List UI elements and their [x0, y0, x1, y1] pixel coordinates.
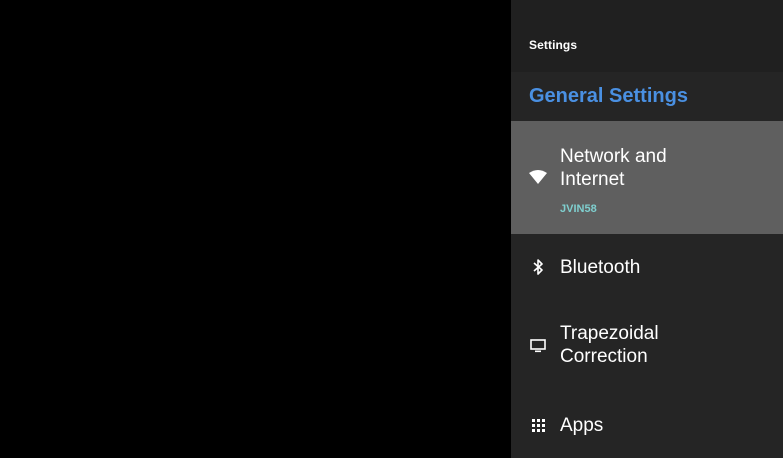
menu-item-apps[interactable]: Apps: [511, 404, 783, 450]
menu-item-label: Bluetooth: [560, 257, 641, 278]
bluetooth-icon: [528, 257, 548, 277]
settings-panel: Settings General Settings Network and In…: [511, 0, 783, 458]
menu-item-network-and-internet[interactable]: Network and Internet JVIN58: [511, 121, 783, 234]
menu-item-label: Network and Internet: [560, 146, 667, 190]
menu-item-bluetooth[interactable]: Bluetooth: [511, 245, 783, 291]
menu-item-trapezoidal-correction[interactable]: Trapezoidal Correction: [511, 313, 783, 379]
display-icon: [528, 336, 548, 356]
screen: Settings General Settings Network and In…: [0, 0, 783, 458]
section-heading: General Settings: [529, 85, 688, 107]
wifi-icon: [528, 167, 548, 187]
panel-header: Settings: [511, 0, 783, 72]
content-area: [0, 0, 511, 458]
panel-title: Settings: [529, 38, 578, 52]
menu-item-label: Apps: [560, 415, 604, 436]
menu-item-label: Trapezoidal Correction: [560, 323, 659, 367]
apps-grid-icon: [528, 415, 548, 435]
network-name: JVIN58: [560, 203, 597, 215]
